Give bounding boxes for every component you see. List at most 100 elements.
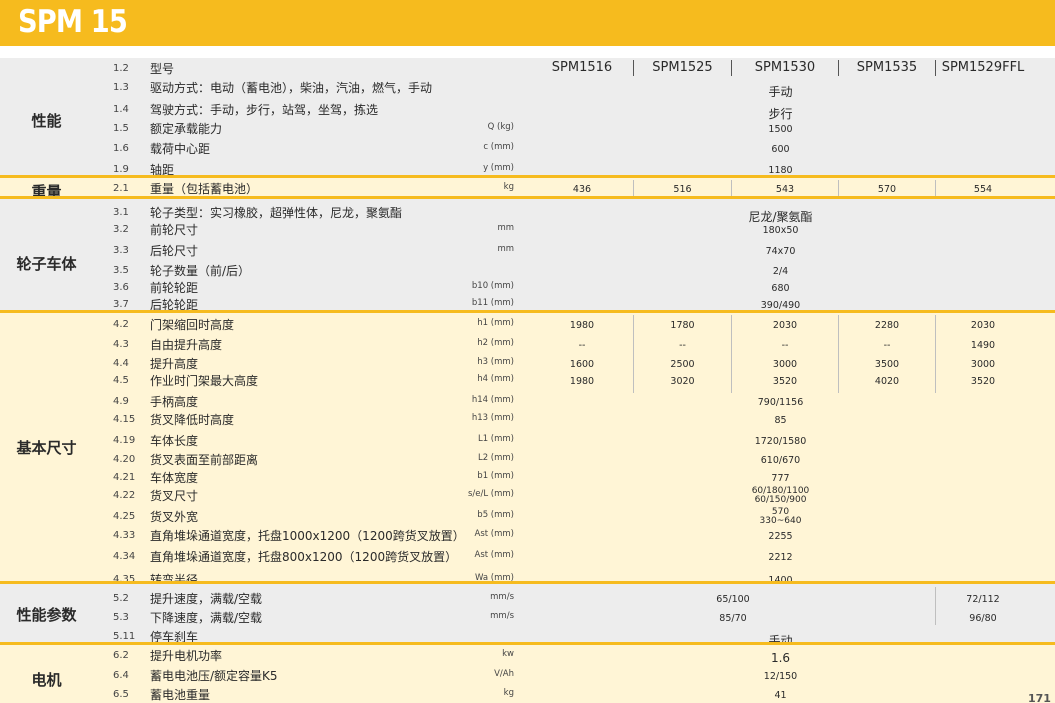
row-number: 5.11 bbox=[113, 631, 136, 642]
row-label: 提升电机功率 bbox=[150, 649, 223, 663]
model-separator bbox=[633, 60, 634, 76]
column-divider bbox=[935, 180, 936, 196]
category-label-performance: 性能 bbox=[31, 112, 62, 130]
value-cell: 554 bbox=[973, 184, 993, 195]
row-number: 3.7 bbox=[113, 299, 129, 310]
row-number-column bbox=[105, 313, 140, 584]
row-number: 5.2 bbox=[113, 593, 129, 604]
row-label: 直角堆垛通道宽度，托盘800x1200（1200跨货叉放置） bbox=[150, 550, 458, 564]
category-label-dimensions: 基本尺寸 bbox=[16, 439, 77, 457]
page-number: 171 bbox=[1028, 692, 1051, 703]
spanned-value: 85/70 bbox=[719, 613, 747, 624]
model-separator bbox=[731, 60, 732, 76]
row-number: 4.21 bbox=[113, 472, 136, 483]
value-cell: 4020 bbox=[874, 376, 900, 387]
value-cell: 3000 bbox=[970, 359, 996, 370]
row-number: 6.4 bbox=[113, 670, 129, 681]
spanned-value: 180x50 bbox=[762, 225, 799, 236]
value-cell: 516 bbox=[673, 184, 692, 195]
section-divider bbox=[0, 581, 1055, 584]
spanned-value: 12/150 bbox=[763, 671, 798, 682]
row-label: 额定承载能力 bbox=[150, 122, 223, 136]
value-cell: 2030 bbox=[970, 320, 996, 331]
model-header: SPM1525 bbox=[652, 60, 713, 75]
row-unit: h3 (mm) bbox=[477, 357, 514, 367]
spanned-value: 65/100 bbox=[716, 594, 750, 605]
row-unit: Ast (mm) bbox=[474, 550, 514, 560]
row-label: 驾驶方式：手动，步行，站驾，坐驾，拣选 bbox=[150, 103, 379, 117]
row-unit: s/e/L (mm) bbox=[467, 489, 514, 499]
spanned-value: 777 bbox=[771, 473, 790, 484]
row-unit: mm/s bbox=[490, 611, 514, 621]
column-divider bbox=[838, 315, 839, 393]
row-number: 3.6 bbox=[113, 282, 129, 293]
row-label: 下降速度，满载/空载 bbox=[150, 611, 263, 625]
row-number: 2.1 bbox=[113, 183, 129, 194]
row-number: 4.34 bbox=[113, 551, 136, 562]
value-cell: 1490 bbox=[970, 340, 996, 351]
value-cell: 2500 bbox=[670, 359, 695, 370]
row-unit: b10 (mm) bbox=[471, 281, 514, 291]
spanned-value: 1500 bbox=[768, 124, 793, 135]
row-number: 5.3 bbox=[113, 612, 129, 623]
spanned-value-line2: 330~640 bbox=[759, 516, 802, 526]
spanned-value: 2212 bbox=[768, 552, 793, 563]
row-label: 提升速度，满载/空载 bbox=[150, 592, 263, 606]
row-number: 1.4 bbox=[113, 104, 129, 115]
value-cell: -- bbox=[781, 340, 789, 351]
value-cell: -- bbox=[679, 340, 686, 351]
row-number: 4.3 bbox=[113, 339, 129, 350]
row-label: 蓄电电池压/额定容量K5 bbox=[150, 669, 278, 683]
column-divider bbox=[633, 180, 634, 196]
row-label: 门架缩回时高度 bbox=[150, 318, 235, 332]
spanned-value: 600 bbox=[771, 144, 790, 155]
row-label: 驱动方式：电动（蓄电池），柴油，汽油，燃气，手动 bbox=[150, 81, 433, 95]
value-cell: 3020 bbox=[670, 376, 695, 387]
row-unit: L1 (mm) bbox=[477, 434, 514, 444]
row-number: 3.1 bbox=[113, 207, 129, 218]
row-number: 4.5 bbox=[113, 375, 129, 386]
row-label: 车体长度 bbox=[150, 434, 199, 448]
row-unit: kg bbox=[503, 688, 514, 698]
model-header: SPM1529FFL bbox=[941, 60, 1025, 75]
row-unit: mm bbox=[497, 223, 514, 233]
category-label-wheels: 轮子车体 bbox=[16, 255, 77, 273]
row-number: 4.22 bbox=[113, 490, 136, 501]
row-label: 重量（包括蓄电池） bbox=[150, 182, 259, 196]
row-label: 提升高度 bbox=[150, 357, 199, 371]
row-number: 1.3 bbox=[113, 82, 129, 93]
value-cell-last: 96/80 bbox=[969, 613, 997, 624]
spanned-value: 74x70 bbox=[765, 246, 796, 257]
value-cell: 3500 bbox=[874, 359, 900, 370]
value-cell: 570 bbox=[877, 184, 897, 195]
row-label: 载荷中心距 bbox=[150, 142, 211, 156]
row-unit: c (mm) bbox=[483, 142, 514, 152]
model-header: SPM1516 bbox=[551, 60, 613, 75]
column-divider bbox=[731, 180, 732, 196]
row-unit: kw bbox=[502, 649, 514, 659]
spanned-value: 1720/1580 bbox=[754, 436, 807, 447]
row-number: 3.5 bbox=[113, 265, 129, 276]
model-separator bbox=[935, 60, 936, 76]
row-label: 手柄高度 bbox=[150, 395, 199, 409]
row-number: 4.9 bbox=[113, 396, 129, 407]
row-number-column bbox=[105, 58, 140, 179]
value-cell: 3000 bbox=[772, 359, 798, 370]
value-cell: -- bbox=[883, 340, 891, 351]
spanned-value: 610/670 bbox=[760, 455, 801, 466]
spanned-value: 手动 bbox=[768, 85, 793, 99]
row-number: 4.33 bbox=[113, 530, 136, 541]
row-label: 车体宽度 bbox=[150, 471, 199, 485]
spanned-value: 尼龙/聚氨酯 bbox=[748, 210, 813, 224]
row-number: 3.3 bbox=[113, 245, 129, 256]
row-unit: b1 (mm) bbox=[477, 471, 514, 481]
row-number: 4.25 bbox=[113, 511, 136, 522]
row-number: 6.2 bbox=[113, 650, 129, 661]
row-number: 4.4 bbox=[113, 358, 129, 369]
value-cell: 3520 bbox=[772, 376, 798, 387]
row-unit: L2 (mm) bbox=[477, 453, 514, 463]
row-unit: b5 (mm) bbox=[477, 510, 514, 520]
row-number: 3.2 bbox=[113, 224, 129, 235]
row-label: 货叉降低时高度 bbox=[150, 413, 235, 427]
row-unit: h13 (mm) bbox=[471, 413, 514, 423]
